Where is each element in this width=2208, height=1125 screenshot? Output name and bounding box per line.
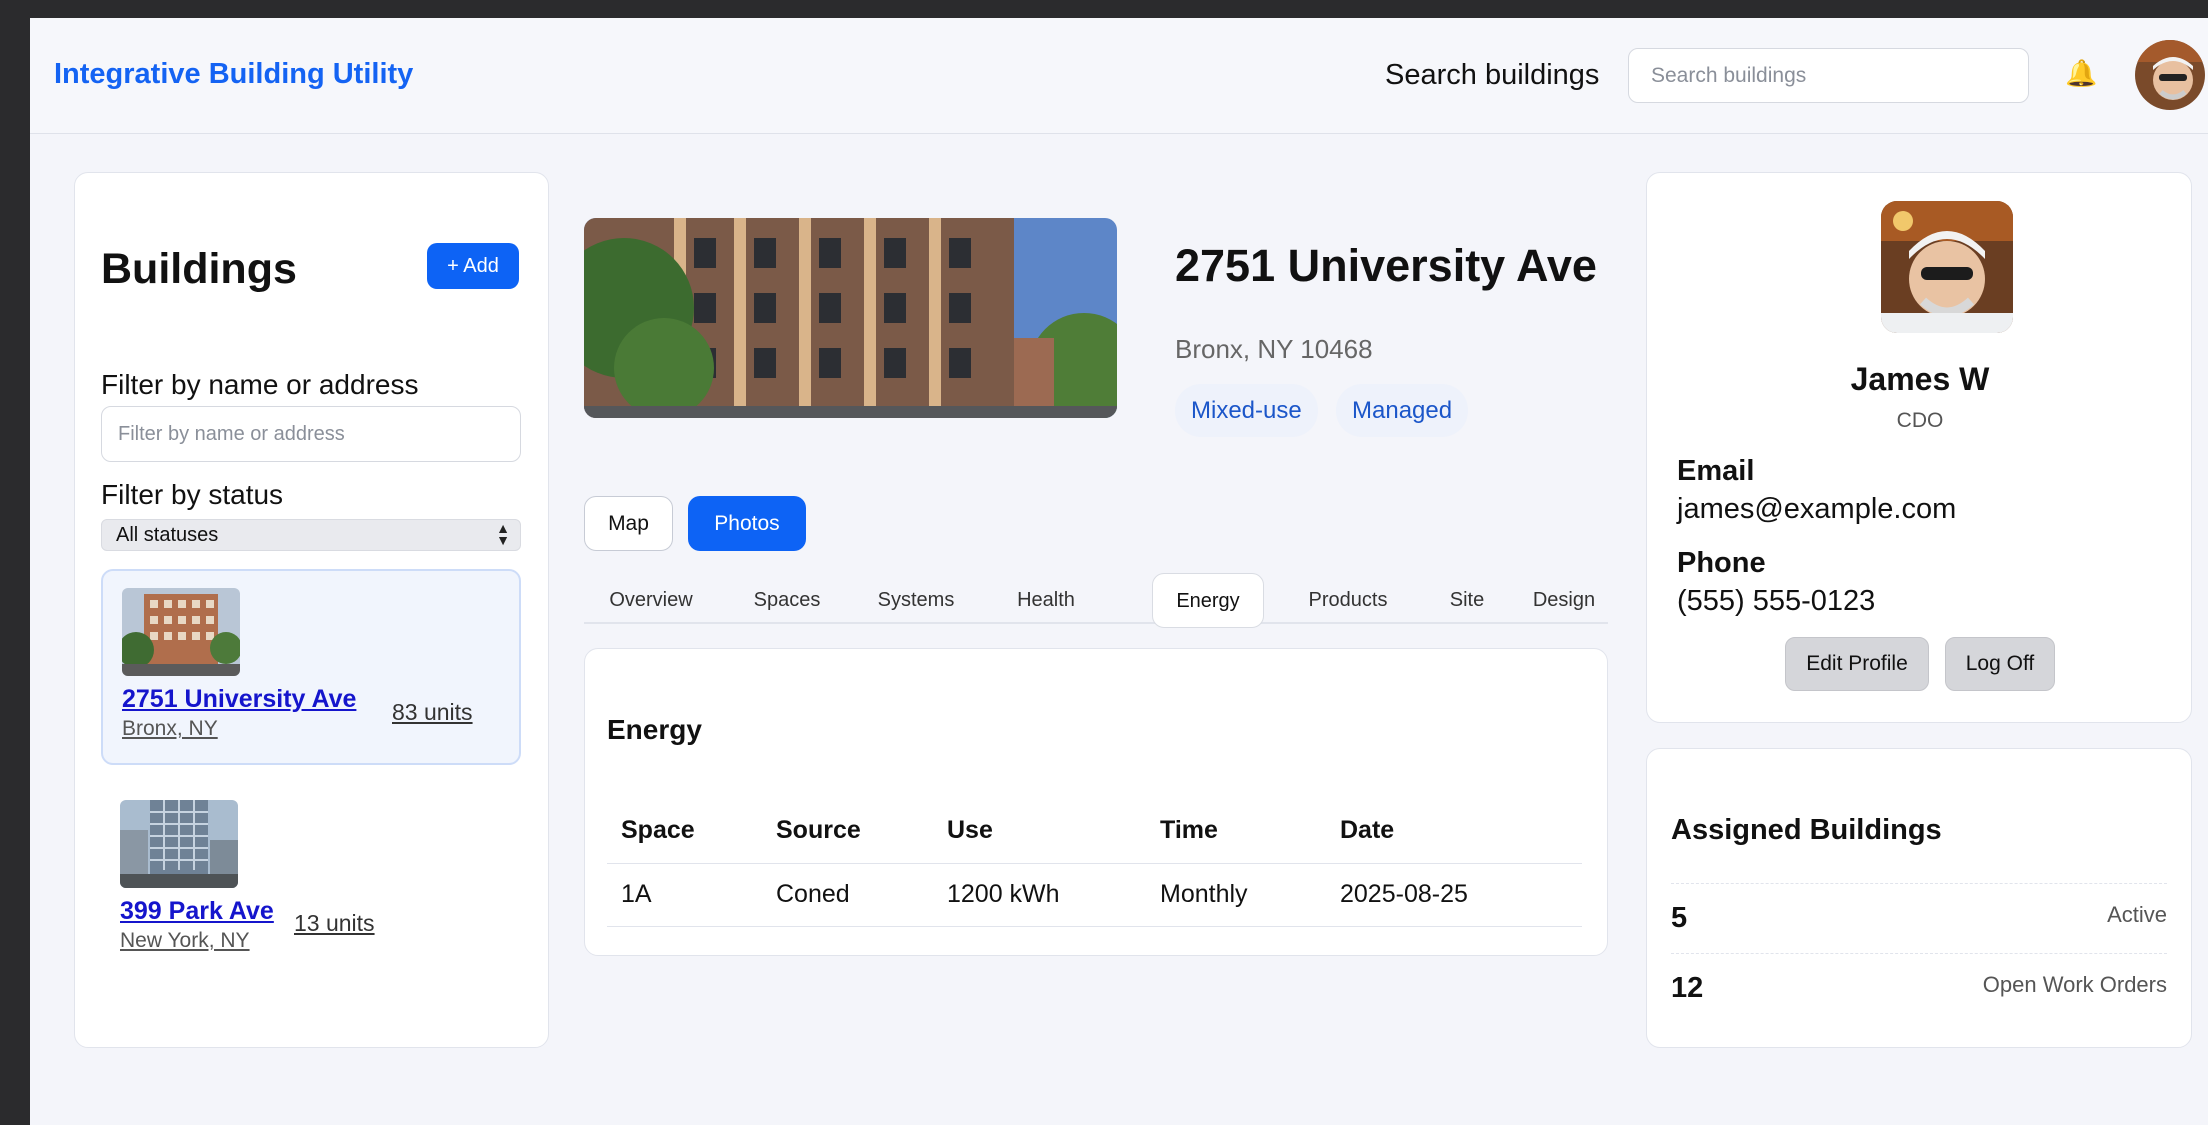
photos-view-button[interactable]: Photos	[688, 496, 806, 551]
bell-icon[interactable]: 🔔	[2065, 58, 2097, 89]
profile-photo	[1881, 201, 2013, 333]
status-select[interactable]: All statuses ▲ ▼	[101, 519, 521, 551]
status-filter-label: Filter by status	[101, 479, 284, 510]
cell-use: 1200 kWh	[933, 863, 1146, 927]
energy-title: Energy	[607, 714, 702, 745]
status-select-value: All statuses	[116, 524, 219, 546]
stat-row-active: 5 Active	[1671, 883, 2167, 953]
column-header-space: Space	[607, 799, 762, 864]
stat-row-open-work-orders: 12 Open Work Orders	[1671, 953, 2167, 1023]
profile-name: James W	[1850, 361, 1990, 397]
building-list-item[interactable]: 399 Park Ave New York, NY 13 units	[101, 783, 521, 953]
assigned-buildings-panel: Assigned Buildings 5 Active 12 Open Work…	[1646, 748, 2192, 1048]
column-header-use: Use	[933, 799, 1146, 864]
building-thumbnail	[120, 800, 238, 888]
building-units-link[interactable]: 83 units	[392, 699, 473, 726]
building-name-link[interactable]: 399 Park Ave	[120, 897, 274, 926]
add-building-button[interactable]: + Add	[427, 243, 519, 289]
map-view-button[interactable]: Map	[584, 496, 673, 551]
phone-label: Phone	[1677, 547, 1766, 579]
cell-date: 2025-08-25	[1326, 863, 1582, 927]
select-arrows-icon: ▲ ▼	[496, 520, 510, 548]
column-header-date: Date	[1326, 799, 1582, 864]
building-thumbnail	[122, 588, 240, 676]
edit-profile-button[interactable]: Edit Profile	[1785, 637, 1929, 691]
table-header-row: Space Source Use Time Date	[607, 799, 1582, 864]
tab-health[interactable]: Health	[990, 573, 1102, 628]
app-window: Integrative Building Utility Search buil…	[30, 18, 2208, 1125]
building-city-link[interactable]: New York, NY	[120, 929, 250, 953]
cell-source: Coned	[762, 863, 933, 927]
column-header-source: Source	[762, 799, 933, 864]
stat-label: Active	[2107, 902, 2167, 927]
filter-label: Filter by name or address	[101, 369, 419, 400]
energy-panel: Energy Space Source Use Time Date 1A Con…	[584, 648, 1608, 956]
tab-design[interactable]: Design	[1520, 573, 1608, 628]
profile-role: CDO	[1896, 409, 1944, 432]
building-address: Bronx, NY 10468	[1175, 334, 1373, 364]
filter-input[interactable]	[101, 406, 521, 462]
building-city-link[interactable]: Bronx, NY	[122, 717, 218, 741]
tab-products[interactable]: Products	[1284, 573, 1412, 628]
stat-value: 12	[1671, 972, 1704, 1004]
building-hero-photo	[584, 218, 1117, 418]
top-header: Integrative Building Utility Search buil…	[30, 18, 2208, 134]
window-frame-top	[0, 0, 2208, 18]
building-units-link[interactable]: 13 units	[294, 910, 375, 937]
search-label: Search buildings	[1385, 59, 1600, 91]
cell-space: 1A	[607, 863, 762, 927]
tab-spaces[interactable]: Spaces	[732, 573, 842, 628]
building-title: 2751 University Ave	[1175, 240, 1597, 291]
cell-time: Monthly	[1146, 863, 1326, 927]
phone-value: (555) 555-0123	[1677, 585, 1876, 617]
tab-overview[interactable]: Overview	[584, 573, 718, 628]
email-label: Email	[1677, 455, 1755, 487]
email-value: james@example.com	[1677, 493, 1957, 525]
building-list-item[interactable]: 2751 University Ave Bronx, NY 83 units	[101, 569, 521, 765]
app-brand[interactable]: Integrative Building Utility	[54, 58, 413, 91]
tag-managed: Managed	[1336, 384, 1469, 437]
buildings-title: Buildings	[101, 245, 297, 293]
tab-site[interactable]: Site	[1422, 573, 1512, 628]
column-header-time: Time	[1146, 799, 1326, 864]
avatar[interactable]	[2135, 40, 2205, 110]
window-frame-left	[0, 0, 30, 1125]
tab-energy[interactable]: Energy	[1152, 573, 1264, 628]
stat-label: Open Work Orders	[1982, 972, 2167, 997]
energy-table: Space Source Use Time Date 1A Coned 1200…	[607, 799, 1582, 927]
tab-systems[interactable]: Systems	[852, 573, 980, 628]
buildings-panel: Buildings + Add Filter by name or addres…	[74, 172, 549, 1048]
profile-panel: James W CDO Email james@example.com Phon…	[1646, 172, 2192, 723]
tag-mixed-use: Mixed-use	[1175, 384, 1318, 437]
building-tabs: Overview Spaces Systems Health Energy Pr…	[584, 552, 1608, 628]
stat-value: 5	[1671, 902, 1688, 934]
table-row: 1A Coned 1200 kWh Monthly 2025-08-25	[607, 863, 1582, 927]
assigned-title: Assigned Buildings	[1671, 814, 1942, 846]
search-input[interactable]	[1628, 48, 2029, 103]
building-name-link[interactable]: 2751 University Ave	[122, 685, 356, 714]
log-off-button[interactable]: Log Off	[1945, 637, 2055, 691]
